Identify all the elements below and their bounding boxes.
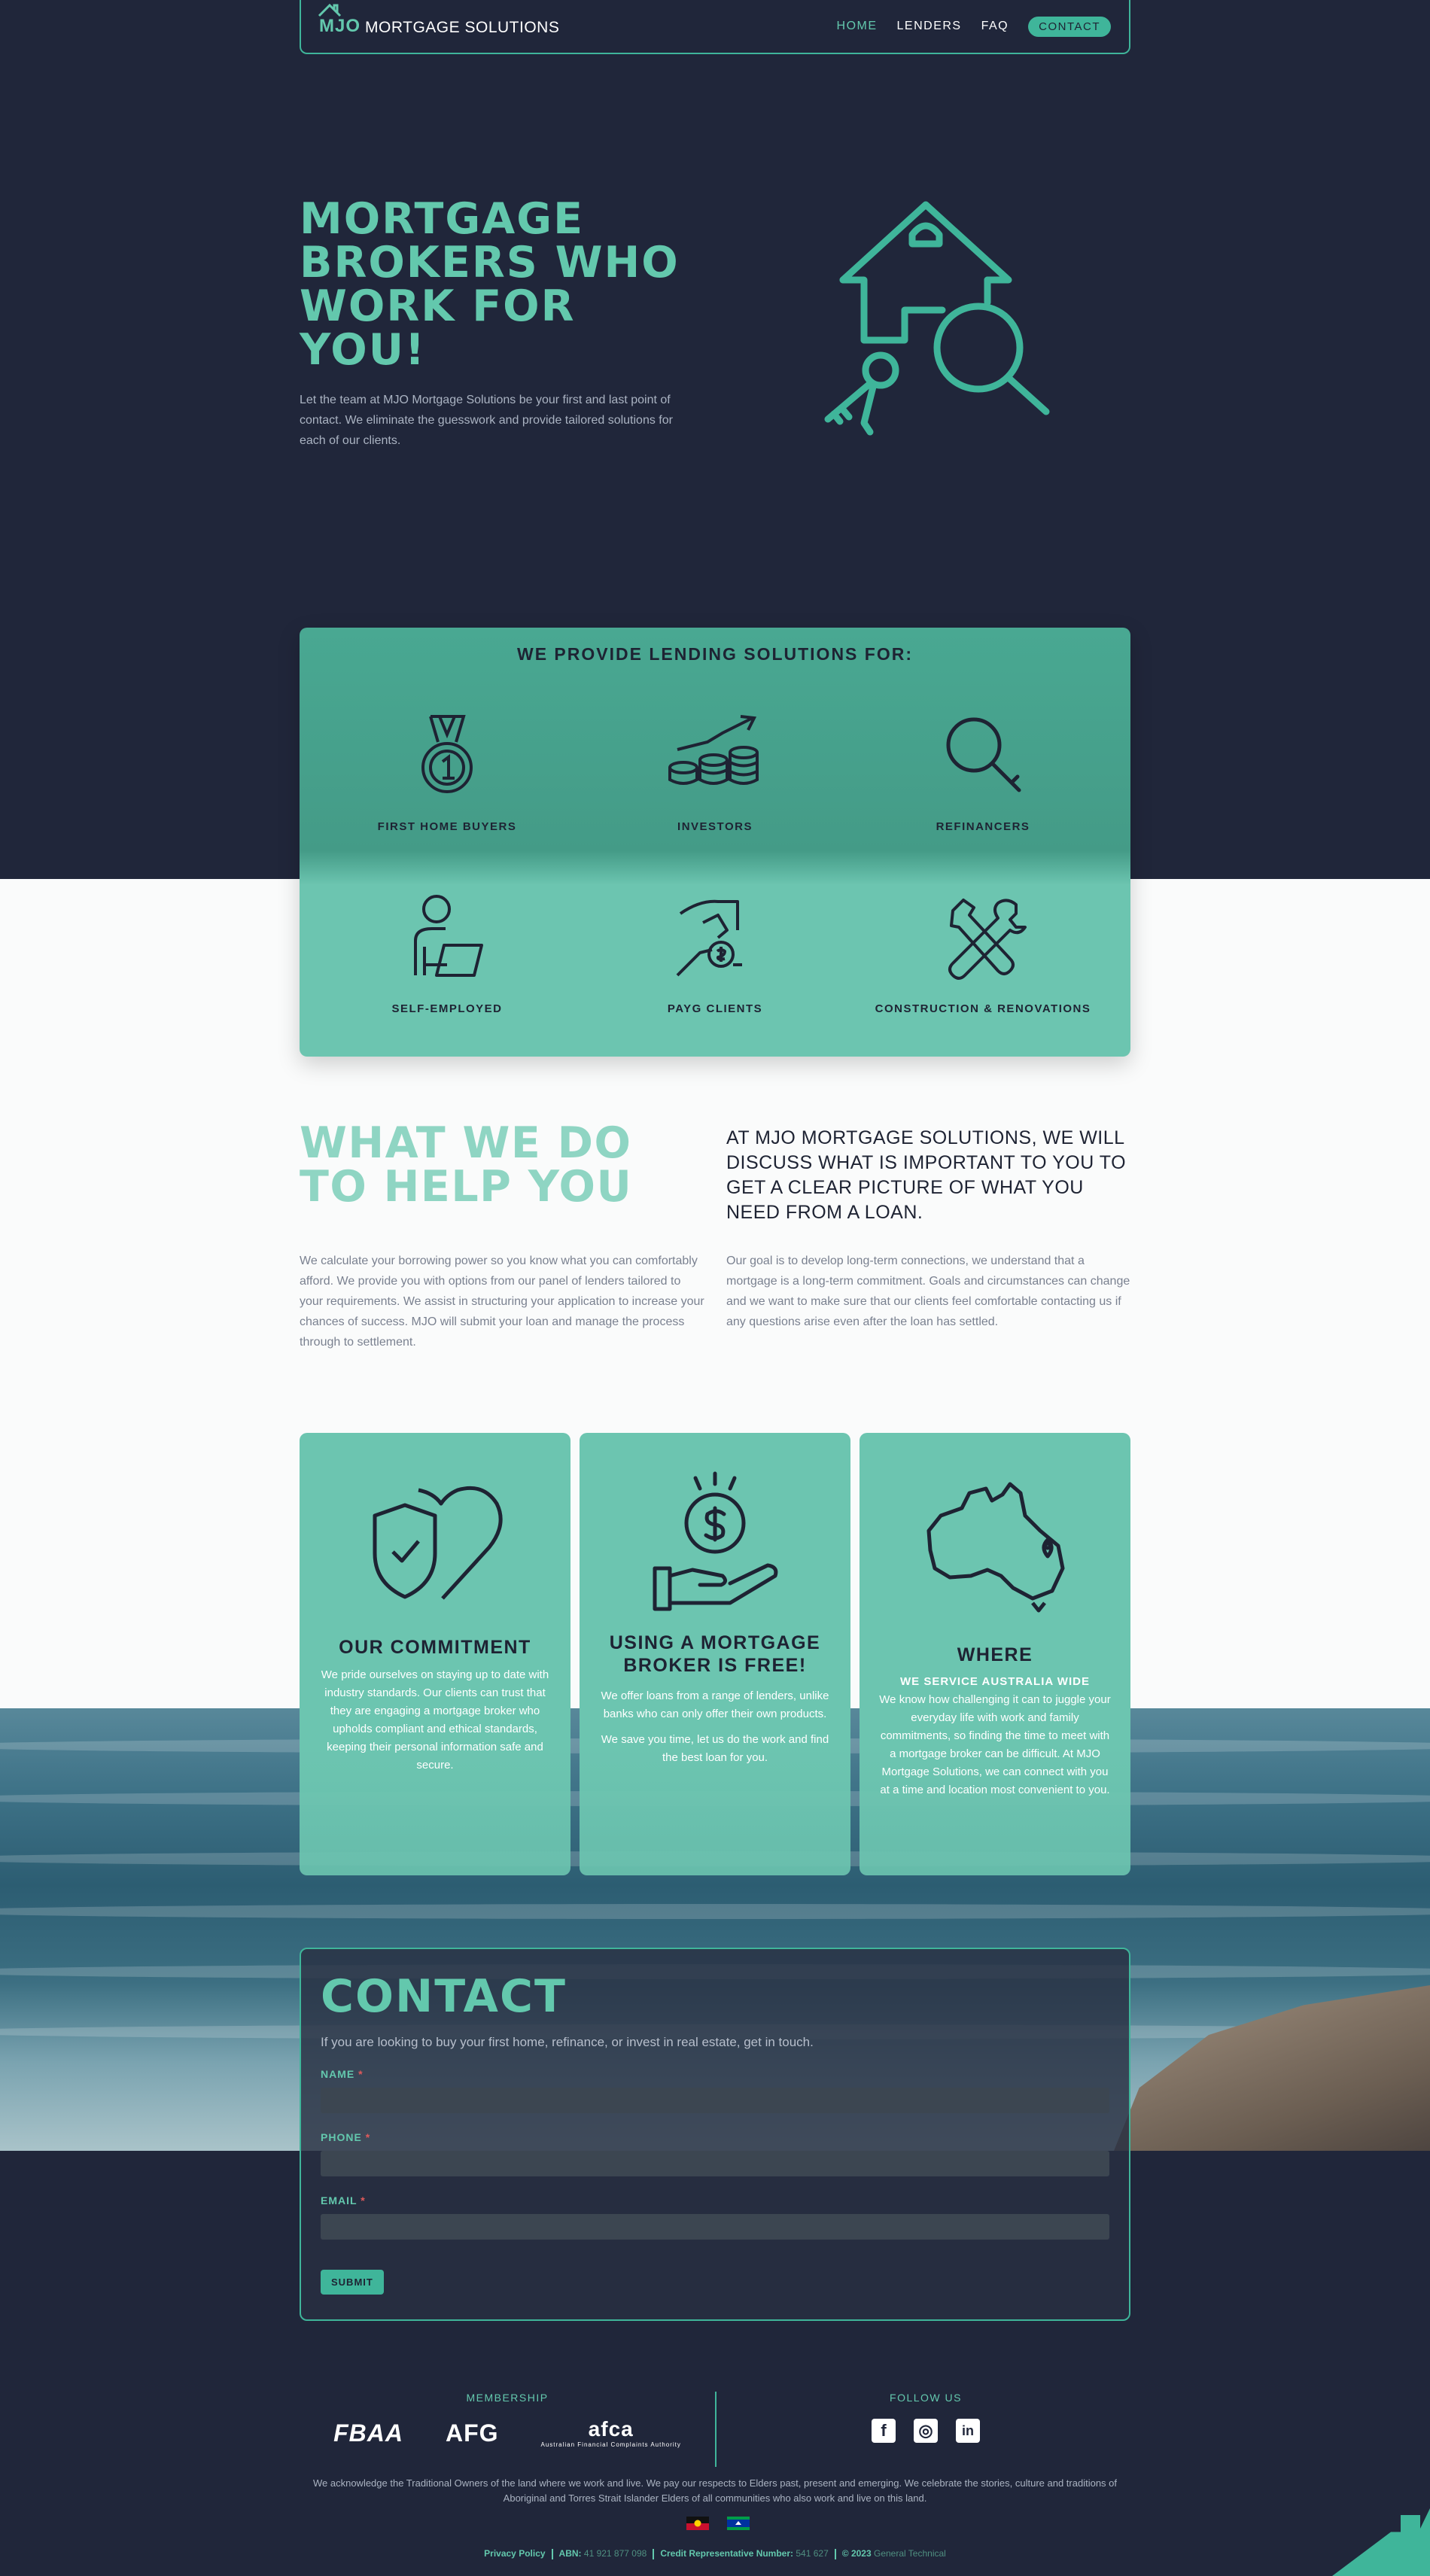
afg-logo[interactable]: AFG bbox=[446, 2419, 499, 2447]
lending-item-self-employed[interactable]: SELF-EMPLOYED bbox=[334, 893, 560, 1015]
torres-strait-flag-icon bbox=[727, 2517, 750, 2530]
contact-title: CONTACT bbox=[321, 1970, 567, 2023]
heart-shield-icon bbox=[373, 1486, 503, 1600]
afca-logo[interactable]: afca Australian Financial Complaints Aut… bbox=[541, 2417, 681, 2449]
lending-label: CONSTRUCTION & RENOVATIONS bbox=[875, 1002, 1091, 1015]
lending-label: REFINANCERS bbox=[936, 820, 1030, 833]
what-we-do-left-text: We calculate your borrowing power so you… bbox=[300, 1255, 704, 1349]
privacy-policy-link[interactable]: Privacy Policy bbox=[484, 2548, 545, 2559]
membership-logos: FBAA AFG afca Australian Financial Compl… bbox=[297, 2417, 718, 2449]
logo-mark: MJO bbox=[318, 3, 361, 37]
what-we-do-title: WHAT WE DO TO HELP YOU bbox=[300, 1118, 633, 1212]
lending-item-first-home-buyers[interactable]: FIRST HOME BUYERS bbox=[334, 710, 560, 833]
abn-label: ABN: bbox=[558, 2548, 582, 2559]
hero-title: MORTGAGE BROKERS WHO WORK FOR YOU! bbox=[300, 194, 680, 375]
abn-value: 41 921 877 098 bbox=[583, 2548, 647, 2559]
hand-money-icon bbox=[676, 899, 742, 977]
lending-title: WE PROVIDE LENDING SOLUTIONS FOR: bbox=[516, 644, 913, 664]
phone-label: PHONE * bbox=[321, 2131, 371, 2143]
nav-home[interactable]: HOME bbox=[837, 20, 878, 33]
house-key-magnifier-icon bbox=[820, 197, 1061, 449]
card-broker-free: USING A MORTGAGE BROKER IS FREE! We offe… bbox=[580, 1433, 850, 1875]
coins-growth-icon bbox=[668, 715, 759, 785]
acknowledgement-text: We acknowledge the Traditional Owners of… bbox=[312, 2477, 1117, 2504]
top-navigation: MJO MORTGAGE SOLUTIONS HOME LENDERS FAQ … bbox=[300, 0, 1130, 54]
credit-rep-label: Credit Representative Number: bbox=[660, 2548, 794, 2559]
aboriginal-flag-icon bbox=[686, 2517, 709, 2530]
site-credit-link[interactable]: General Technical bbox=[874, 2548, 946, 2559]
facebook-icon[interactable]: f bbox=[872, 2419, 896, 2443]
contact-form: CONTACT If you are looking to buy your f… bbox=[300, 1948, 1130, 2321]
flags bbox=[686, 2517, 750, 2530]
site-logo[interactable]: MJO MORTGAGE SOLUTIONS bbox=[318, 3, 560, 37]
medal-icon bbox=[421, 715, 473, 793]
contact-intro: If you are looking to buy your first hom… bbox=[321, 2035, 814, 2049]
submit-button[interactable]: SUBMIT bbox=[321, 2270, 384, 2295]
linkedin-icon[interactable]: in bbox=[956, 2419, 980, 2443]
membership-block: MEMBERSHIP FBAA AFG afca Australian Fina… bbox=[297, 2392, 718, 2449]
card-subtitle: WE SERVICE AUSTRALIA WIDE bbox=[900, 1675, 1090, 1688]
card-text: We pride ourselves on staying up to date… bbox=[321, 1668, 549, 1772]
lending-label: INVESTORS bbox=[677, 820, 753, 833]
follow-heading: FOLLOW US bbox=[890, 2392, 962, 2404]
person-laptop-icon bbox=[414, 895, 483, 977]
nav-links: HOME LENDERS FAQ CONTACT bbox=[837, 16, 1111, 37]
logo-house-icon bbox=[318, 3, 342, 17]
email-field[interactable] bbox=[321, 2214, 1109, 2240]
phone-field[interactable] bbox=[321, 2151, 1109, 2176]
lending-label: PAYG CLIENTS bbox=[667, 1002, 763, 1015]
card-title: WHERE bbox=[957, 1644, 1033, 1665]
hand-dollar-icon bbox=[653, 1471, 778, 1611]
afca-subtitle: Australian Financial Complaints Authorit… bbox=[540, 2441, 681, 2448]
australia-map-icon bbox=[926, 1482, 1065, 1613]
card-title: OUR COMMITMENT bbox=[339, 1637, 531, 1658]
follow-block: FOLLOW US f ◎ in bbox=[715, 2392, 1136, 2443]
name-label: NAME * bbox=[321, 2068, 364, 2080]
what-we-do-lead: AT MJO MORTGAGE SOLUTIONS, WE WILL DISCU… bbox=[726, 1127, 1127, 1223]
logo-text: MORTGAGE SOLUTIONS bbox=[365, 19, 560, 36]
card-where: WHERE WE SERVICE AUSTRALIA WIDE We know … bbox=[860, 1433, 1130, 1875]
instagram-icon[interactable]: ◎ bbox=[914, 2419, 938, 2443]
nav-lenders[interactable]: LENDERS bbox=[897, 20, 962, 33]
card-text: We offer loans from a range of lenders, … bbox=[601, 1689, 829, 1720]
card-title: USING A MORTGAGE BROKER IS FREE! bbox=[609, 1632, 821, 1676]
nav-contact-button[interactable]: CONTACT bbox=[1028, 16, 1111, 37]
membership-heading: MEMBERSHIP bbox=[466, 2392, 549, 2404]
name-field[interactable] bbox=[321, 2088, 1109, 2113]
card-text-2: We save you time, let us do the work and… bbox=[601, 1733, 829, 1764]
lending-item-construction-renovations[interactable]: CONSTRUCTION & RENOVATIONS bbox=[870, 893, 1096, 1015]
lending-label: SELF-EMPLOYED bbox=[391, 1002, 503, 1015]
lending-item-refinancers[interactable]: REFINANCERS bbox=[870, 710, 1096, 833]
magnifier-icon bbox=[946, 717, 1021, 792]
card-text: We know how challenging it can to juggle… bbox=[879, 1693, 1111, 1796]
lending-label: FIRST HOME BUYERS bbox=[377, 820, 517, 833]
tools-icon bbox=[948, 899, 1027, 980]
legal-bar: Privacy Policy ABN: 41 921 877 098 Credit … bbox=[300, 2548, 1130, 2559]
credit-rep-value: 541 627 bbox=[796, 2548, 829, 2559]
nav-faq[interactable]: FAQ bbox=[981, 20, 1009, 33]
lending-item-payg-clients[interactable]: PAYG CLIENTS bbox=[602, 893, 828, 1015]
copyright: © 2023 bbox=[841, 2548, 872, 2559]
card-our-commitment: OUR COMMITMENT We pride ourselves on sta… bbox=[300, 1433, 570, 1875]
email-label: EMAIL * bbox=[321, 2194, 366, 2206]
hero-description: Let the team at MJO Mortgage Solutions b… bbox=[300, 394, 673, 447]
lending-solutions-panel: WE PROVIDE LENDING SOLUTIONS FOR: FIRST … bbox=[300, 628, 1130, 1057]
lending-item-investors[interactable]: INVESTORS bbox=[602, 710, 828, 833]
social-links: f ◎ in bbox=[715, 2419, 1136, 2443]
fbaa-logo[interactable]: FBAA bbox=[333, 2419, 403, 2447]
what-we-do-right-text: Our goal is to develop long-term connect… bbox=[726, 1255, 1130, 1328]
